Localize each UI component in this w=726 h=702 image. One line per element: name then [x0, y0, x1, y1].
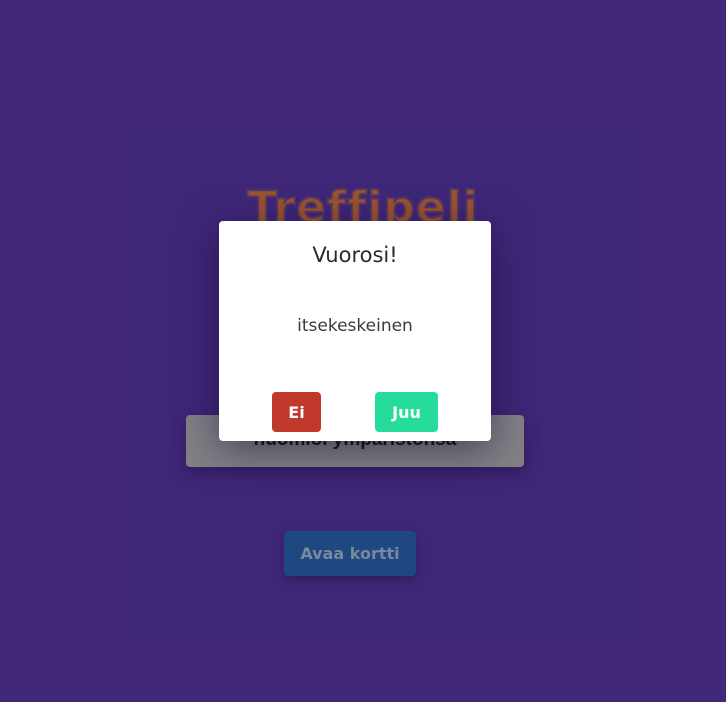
yes-button[interactable]: Juu	[375, 392, 438, 432]
turn-modal: Vuorosi! itsekeskeinen Ei Juu	[219, 221, 491, 441]
modal-word: itsekeskeinen	[297, 316, 413, 336]
modal-title: Vuorosi!	[312, 243, 398, 267]
no-button[interactable]: Ei	[272, 392, 321, 432]
